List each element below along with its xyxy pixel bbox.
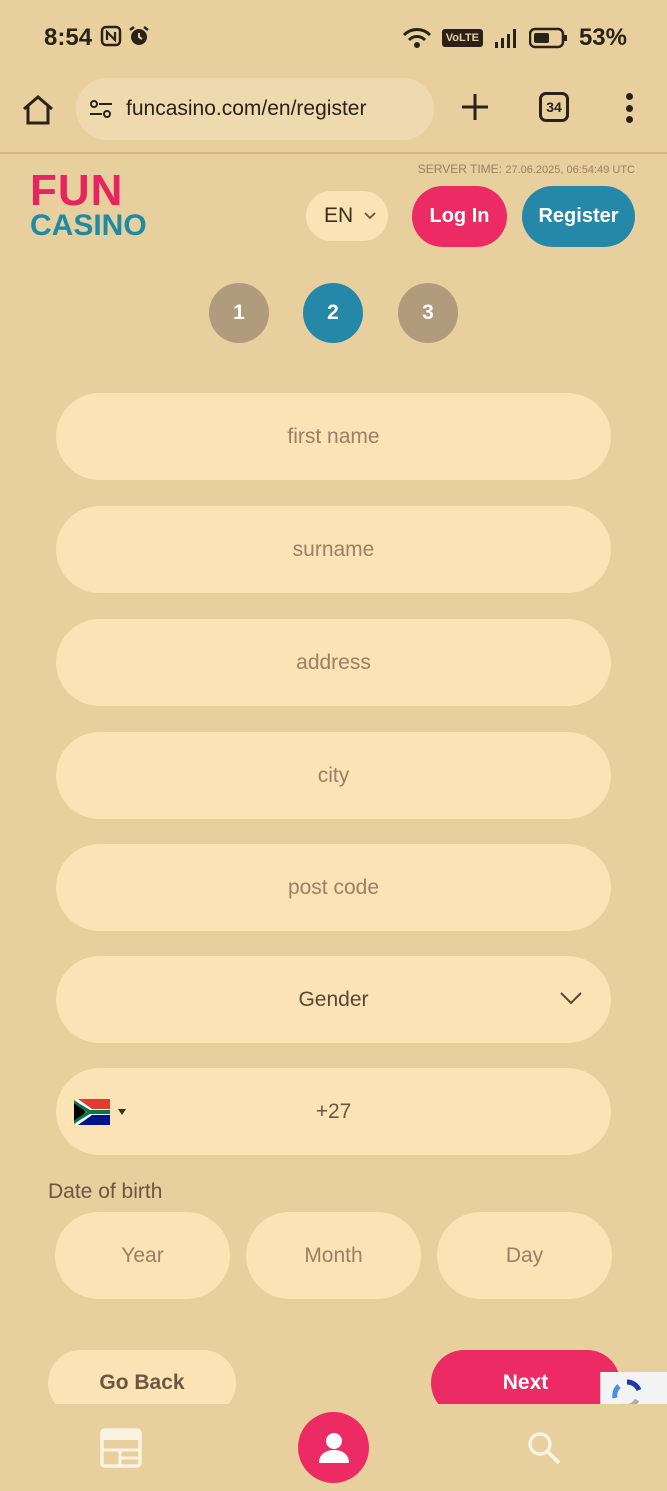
- city-field[interactable]: city: [56, 732, 611, 819]
- status-right: VoLTE 53%: [402, 24, 627, 52]
- phone-field[interactable]: +27: [56, 1068, 611, 1155]
- logo-fun: FUN: [30, 166, 124, 215]
- chevron-down-icon: [364, 212, 376, 220]
- battery-icon: [528, 27, 567, 49]
- status-time: 8:54: [44, 24, 93, 51]
- search-icon[interactable]: [526, 1430, 562, 1466]
- status-icons: [100, 25, 150, 47]
- server-time-value: 27.06.2025, 06:54:49 UTC: [505, 164, 635, 176]
- first-name-placeholder: first name: [287, 424, 380, 448]
- site-settings-icon[interactable]: [88, 96, 114, 122]
- step-2-active: 2: [303, 283, 363, 343]
- profile-icon: [318, 1432, 349, 1463]
- address-placeholder: address: [296, 650, 371, 674]
- url-text: funcasino.com/en/register: [126, 97, 367, 120]
- home-icon[interactable]: [20, 92, 56, 128]
- country-code-select[interactable]: [74, 1099, 126, 1125]
- browser-toolbar: funcasino.com/en/register 34: [0, 76, 667, 154]
- nfc-icon: [100, 25, 122, 47]
- dob-year-select[interactable]: Year: [55, 1212, 230, 1299]
- address-bar[interactable]: funcasino.com/en/register: [76, 78, 434, 140]
- language-value: EN: [324, 204, 354, 227]
- surname-field[interactable]: surname: [56, 506, 611, 593]
- alarm-icon: [129, 26, 149, 45]
- more-menu-icon[interactable]: [618, 90, 640, 126]
- site-logo[interactable]: FUN CASINO: [30, 166, 147, 242]
- dob-day-select[interactable]: Day: [437, 1212, 612, 1299]
- tab-switcher-button[interactable]: 34: [539, 92, 569, 122]
- phone-prefix: +27: [315, 1099, 352, 1123]
- first-name-field[interactable]: first name: [56, 393, 611, 480]
- signal-icon: [494, 29, 516, 48]
- gender-select[interactable]: Gender: [56, 956, 611, 1043]
- step-1: 1: [209, 283, 269, 343]
- chevron-down-icon: [560, 992, 582, 1005]
- logo-casino: CASINO: [30, 208, 147, 242]
- battery-percent: 53%: [578, 24, 627, 51]
- language-select[interactable]: EN: [306, 191, 388, 241]
- new-tab-icon[interactable]: [458, 90, 492, 124]
- calendar-icon[interactable]: [100, 1428, 142, 1468]
- step-3: 3: [398, 283, 458, 343]
- server-time: SERVER TIME: 27.06.2025, 06:54:49 UTC: [418, 162, 635, 176]
- dob-month-placeholder: Month: [304, 1243, 363, 1267]
- gender-label: Gender: [298, 987, 369, 1011]
- address-field[interactable]: address: [56, 619, 611, 706]
- dob-month-select[interactable]: Month: [246, 1212, 421, 1299]
- post-code-field[interactable]: post code: [56, 844, 611, 931]
- login-button[interactable]: Log In: [412, 186, 507, 247]
- dob-label: Date of birth: [48, 1180, 163, 1203]
- profile-button[interactable]: [298, 1412, 369, 1483]
- post-code-placeholder: post code: [287, 875, 380, 899]
- dob-year-placeholder: Year: [121, 1243, 164, 1267]
- dob-day-placeholder: Day: [505, 1243, 544, 1267]
- bottom-navigation: [0, 1404, 667, 1491]
- status-bar: 8:54 VoLTE 53%: [0, 0, 667, 76]
- volte-badge: VoLTE: [441, 29, 483, 47]
- caret-down-icon: [118, 1109, 126, 1115]
- surname-placeholder: surname: [292, 537, 375, 561]
- server-time-label: SERVER TIME:: [417, 162, 502, 176]
- city-placeholder: city: [317, 763, 350, 787]
- south-africa-flag-icon: [74, 1099, 110, 1125]
- register-button[interactable]: Register: [522, 186, 635, 247]
- wifi-icon: [402, 28, 431, 48]
